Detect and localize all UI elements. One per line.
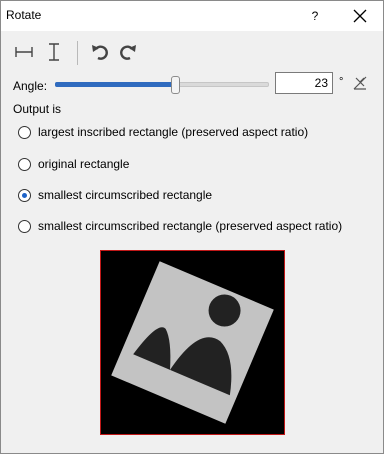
radio-circle [18, 220, 31, 233]
radio-circle [18, 158, 31, 171]
angle-input[interactable]: 23 [275, 72, 333, 94]
rotation-preview [100, 250, 285, 435]
radio-label: original rectangle [38, 157, 130, 171]
toolbar-separator [77, 41, 78, 65]
output-label: Output is [13, 102, 62, 116]
radio-circle [18, 126, 31, 139]
rotate-left-icon [92, 45, 108, 60]
help-button[interactable]: ? [301, 1, 329, 31]
angle-slider[interactable] [55, 75, 269, 95]
close-button[interactable] [343, 1, 377, 31]
rotate-right-button[interactable] [117, 41, 139, 63]
slider-thumb[interactable] [170, 76, 180, 94]
toolbar [1, 35, 383, 69]
radio-label: smallest circumscribed rectangle [38, 188, 213, 202]
reset-angle-icon [353, 76, 367, 90]
angle-label: Angle: [13, 79, 48, 93]
title-bar: Rotate ? [1, 1, 383, 31]
preview-canvas [100, 250, 285, 435]
rotate-left-button[interactable] [89, 41, 111, 63]
radio-label: largest inscribed rectangle (preserved a… [38, 125, 309, 139]
radio-dot [22, 193, 27, 198]
dialog-title: Rotate [6, 8, 42, 22]
flip-horizontal-icon [15, 47, 33, 57]
flip-horizontal-button[interactable] [13, 41, 35, 63]
radio-label: smallest circumscribed rectangle (preser… [38, 219, 343, 233]
radio-circle [18, 189, 31, 202]
rotate-right-icon [120, 45, 136, 60]
reset-angle-button[interactable] [352, 75, 368, 91]
flip-vertical-button[interactable] [43, 41, 65, 63]
flip-vertical-icon [49, 43, 59, 61]
rotate-dialog: Rotate ? Angle: 23 ° Output is largest i… [0, 0, 384, 454]
degree-unit: ° [339, 76, 344, 88]
slider-fill [55, 82, 175, 87]
close-icon [353, 9, 367, 23]
